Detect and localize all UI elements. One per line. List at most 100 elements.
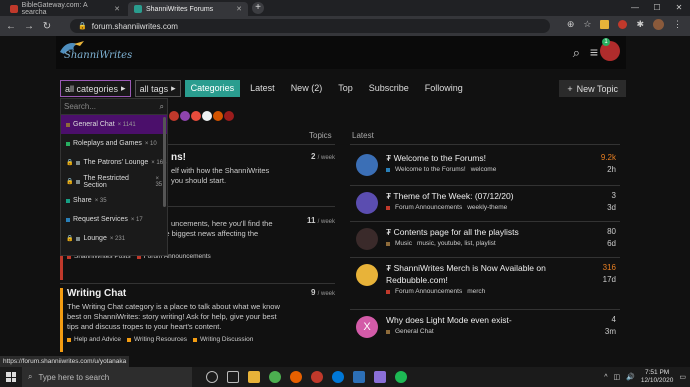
category-color-square bbox=[386, 205, 390, 210]
site-settings-icon[interactable]: ⊕ bbox=[567, 19, 575, 30]
extension-icon[interactable] bbox=[618, 20, 628, 29]
category-dropdown[interactable]: all categories ▸ bbox=[60, 80, 131, 97]
new-topic-button[interactable]: + New Topic bbox=[559, 80, 626, 97]
subcategory-link[interactable]: Writing Resources bbox=[126, 336, 187, 343]
puzzle-icon[interactable]: ✱ bbox=[636, 19, 644, 30]
edge-icon[interactable] bbox=[332, 371, 344, 383]
firefox-icon[interactable] bbox=[290, 371, 302, 383]
nav-latest[interactable]: Latest bbox=[244, 80, 281, 97]
dropdown-category-option[interactable]: Share × 35 bbox=[61, 191, 167, 210]
star-icon[interactable]: ☆ bbox=[583, 19, 591, 30]
subcategory-name: Writing Resources bbox=[133, 336, 187, 343]
latest-topic-row[interactable]: ₮ Theme of The Week: (07/12/20) Forum Ann… bbox=[350, 190, 620, 224]
nav-top[interactable]: Top bbox=[332, 80, 359, 97]
latest-topic-row[interactable]: ₮ ShanniWrites Merch is Now Available on… bbox=[350, 262, 620, 296]
topic-category[interactable]: Forum Announcements bbox=[395, 204, 462, 211]
activity-time[interactable]: 3d bbox=[607, 202, 616, 214]
minimize-icon[interactable]: — bbox=[624, 0, 646, 16]
taskbar-search-input[interactable]: ⌕ Type here to search bbox=[22, 367, 192, 387]
dropdown-scrollbar[interactable] bbox=[163, 117, 166, 207]
dropdown-category-option[interactable]: 🔒 Lounge × 231 bbox=[61, 229, 167, 248]
latest-column-header: Latest bbox=[352, 131, 374, 140]
nav-subscribe[interactable]: Subscribe bbox=[363, 80, 415, 97]
category-title[interactable]: Writing Chat bbox=[67, 288, 335, 299]
topic-title[interactable]: ₮ Welcome to the Forums! bbox=[386, 152, 576, 164]
dropdown-category-option[interactable]: 🔒 The Restricted Section × 35 bbox=[61, 172, 167, 191]
plus-icon: + bbox=[567, 83, 573, 94]
dropdown-category-option[interactable]: General Chat × 1141 bbox=[61, 115, 167, 134]
word-icon[interactable] bbox=[353, 371, 365, 383]
topic-category[interactable]: General Chat bbox=[395, 328, 434, 335]
network-icon[interactable]: ◫ bbox=[613, 373, 620, 381]
clock[interactable]: 7:51 PM 12/10/2020 bbox=[641, 369, 674, 385]
activity-time[interactable]: 2h bbox=[601, 164, 616, 176]
profile-avatar[interactable] bbox=[653, 19, 664, 30]
topic-title[interactable]: ₮ Contents page for all the playlists bbox=[386, 226, 576, 238]
dropdown-category-option[interactable]: Roleplays and Games × 10 bbox=[61, 134, 167, 153]
close-window-icon[interactable]: ✕ bbox=[668, 0, 690, 16]
close-tab-icon[interactable]: ✕ bbox=[114, 5, 120, 13]
latest-topic-row[interactable]: X Why does Light Mode even exist- General … bbox=[350, 314, 620, 348]
browser-tab-biblegateway[interactable]: BibleGateway.com: A searcha ✕ bbox=[4, 2, 126, 16]
activity-time[interactable]: 17d bbox=[603, 274, 616, 286]
volume-icon[interactable]: 🔊 bbox=[626, 373, 635, 381]
dropdown-category-option[interactable]: 🔒 The Patrons' Lounge × 163 bbox=[61, 153, 167, 172]
more-menu-icon[interactable]: ⋮ bbox=[673, 19, 682, 30]
latest-topic-row[interactable]: ₮ Contents page for all the playlists Mus… bbox=[350, 226, 620, 260]
chrome-icon[interactable] bbox=[269, 371, 281, 383]
avatar[interactable] bbox=[356, 154, 378, 176]
topic-title[interactable]: ₮ Theme of The Week: (07/12/20) bbox=[386, 190, 576, 202]
tab-title: BibleGateway.com: A searcha bbox=[21, 2, 88, 16]
site-logo[interactable]: ShanniWrites bbox=[64, 50, 132, 61]
nav-new[interactable]: New (2) bbox=[285, 80, 329, 97]
dropdown-category-option[interactable]: Request Services × 17 bbox=[61, 210, 167, 229]
tags-dropdown[interactable]: all tags ▸ bbox=[134, 80, 181, 97]
topic-tags[interactable]: weekly-theme bbox=[467, 204, 507, 211]
category-option-name: Roleplays and Games bbox=[73, 140, 142, 147]
topic-tags[interactable]: merch bbox=[467, 288, 485, 295]
hamburger-menu-icon[interactable]: ≡ bbox=[590, 44, 598, 60]
app-icon[interactable] bbox=[374, 371, 386, 383]
subcategory-link[interactable]: Help and Advice bbox=[67, 336, 121, 343]
nav-following[interactable]: Following bbox=[419, 80, 469, 97]
close-tab-icon[interactable]: ✕ bbox=[236, 5, 242, 13]
extension-icon[interactable] bbox=[600, 20, 610, 29]
address-bar-input[interactable]: 🔒 forum.shanniiwrites.com bbox=[70, 19, 550, 33]
new-tab-button[interactable]: + bbox=[252, 2, 264, 14]
app-icon[interactable] bbox=[311, 371, 323, 383]
category-search-input[interactable]: Search... ⌕ bbox=[61, 99, 167, 115]
browser-tab-shanniwrites[interactable]: ShanniWrites Forums ✕ bbox=[128, 2, 248, 16]
back-arrow-icon[interactable]: ← bbox=[4, 21, 18, 32]
nav-categories[interactable]: Categories bbox=[184, 80, 241, 97]
avatar[interactable] bbox=[356, 264, 378, 286]
avatar[interactable] bbox=[356, 228, 378, 250]
topic-tags[interactable]: music, youtube, list, playlist bbox=[417, 240, 496, 247]
search-icon[interactable]: ⌕ bbox=[573, 45, 580, 61]
file-explorer-icon[interactable] bbox=[248, 371, 260, 383]
category-block[interactable]: Writing Chat The Writing Chat category i… bbox=[60, 288, 335, 352]
start-button[interactable] bbox=[0, 367, 22, 387]
subcategory-link[interactable]: Writing Discussion bbox=[192, 336, 253, 343]
notifications-icon[interactable]: ▭ bbox=[679, 373, 686, 381]
topic-category[interactable]: Forum Announcements bbox=[395, 288, 462, 295]
activity-time[interactable]: 3m bbox=[605, 326, 616, 338]
latest-topic-row[interactable]: ₮ Welcome to the Forums! Welcome to the F… bbox=[350, 152, 620, 186]
forward-arrow-icon[interactable]: → bbox=[22, 21, 36, 32]
avatar[interactable] bbox=[356, 192, 378, 214]
chevron-up-icon[interactable]: ^ bbox=[604, 374, 607, 381]
task-view-icon[interactable] bbox=[227, 371, 239, 383]
reload-icon[interactable]: ↻ bbox=[40, 21, 54, 32]
topic-title-text: ShanniWrites Merch is Now Available on R… bbox=[386, 263, 546, 285]
avatar[interactable]: X bbox=[356, 316, 378, 338]
maximize-icon[interactable]: ☐ bbox=[646, 0, 668, 16]
topic-category[interactable]: Music bbox=[395, 240, 412, 247]
category-option-count: × 35 bbox=[94, 197, 107, 204]
topic-category[interactable]: Welcome to the Forums! bbox=[395, 166, 466, 173]
topic-tags[interactable]: welcome bbox=[471, 166, 497, 173]
topic-title[interactable]: Why does Light Mode even exist- bbox=[386, 314, 576, 326]
activity-time[interactable]: 6d bbox=[607, 238, 616, 250]
cortana-icon[interactable] bbox=[206, 371, 218, 383]
spotify-icon[interactable] bbox=[395, 371, 407, 383]
avatar[interactable] bbox=[223, 110, 235, 122]
topic-title[interactable]: ₮ ShanniWrites Merch is Now Available on… bbox=[386, 262, 576, 286]
